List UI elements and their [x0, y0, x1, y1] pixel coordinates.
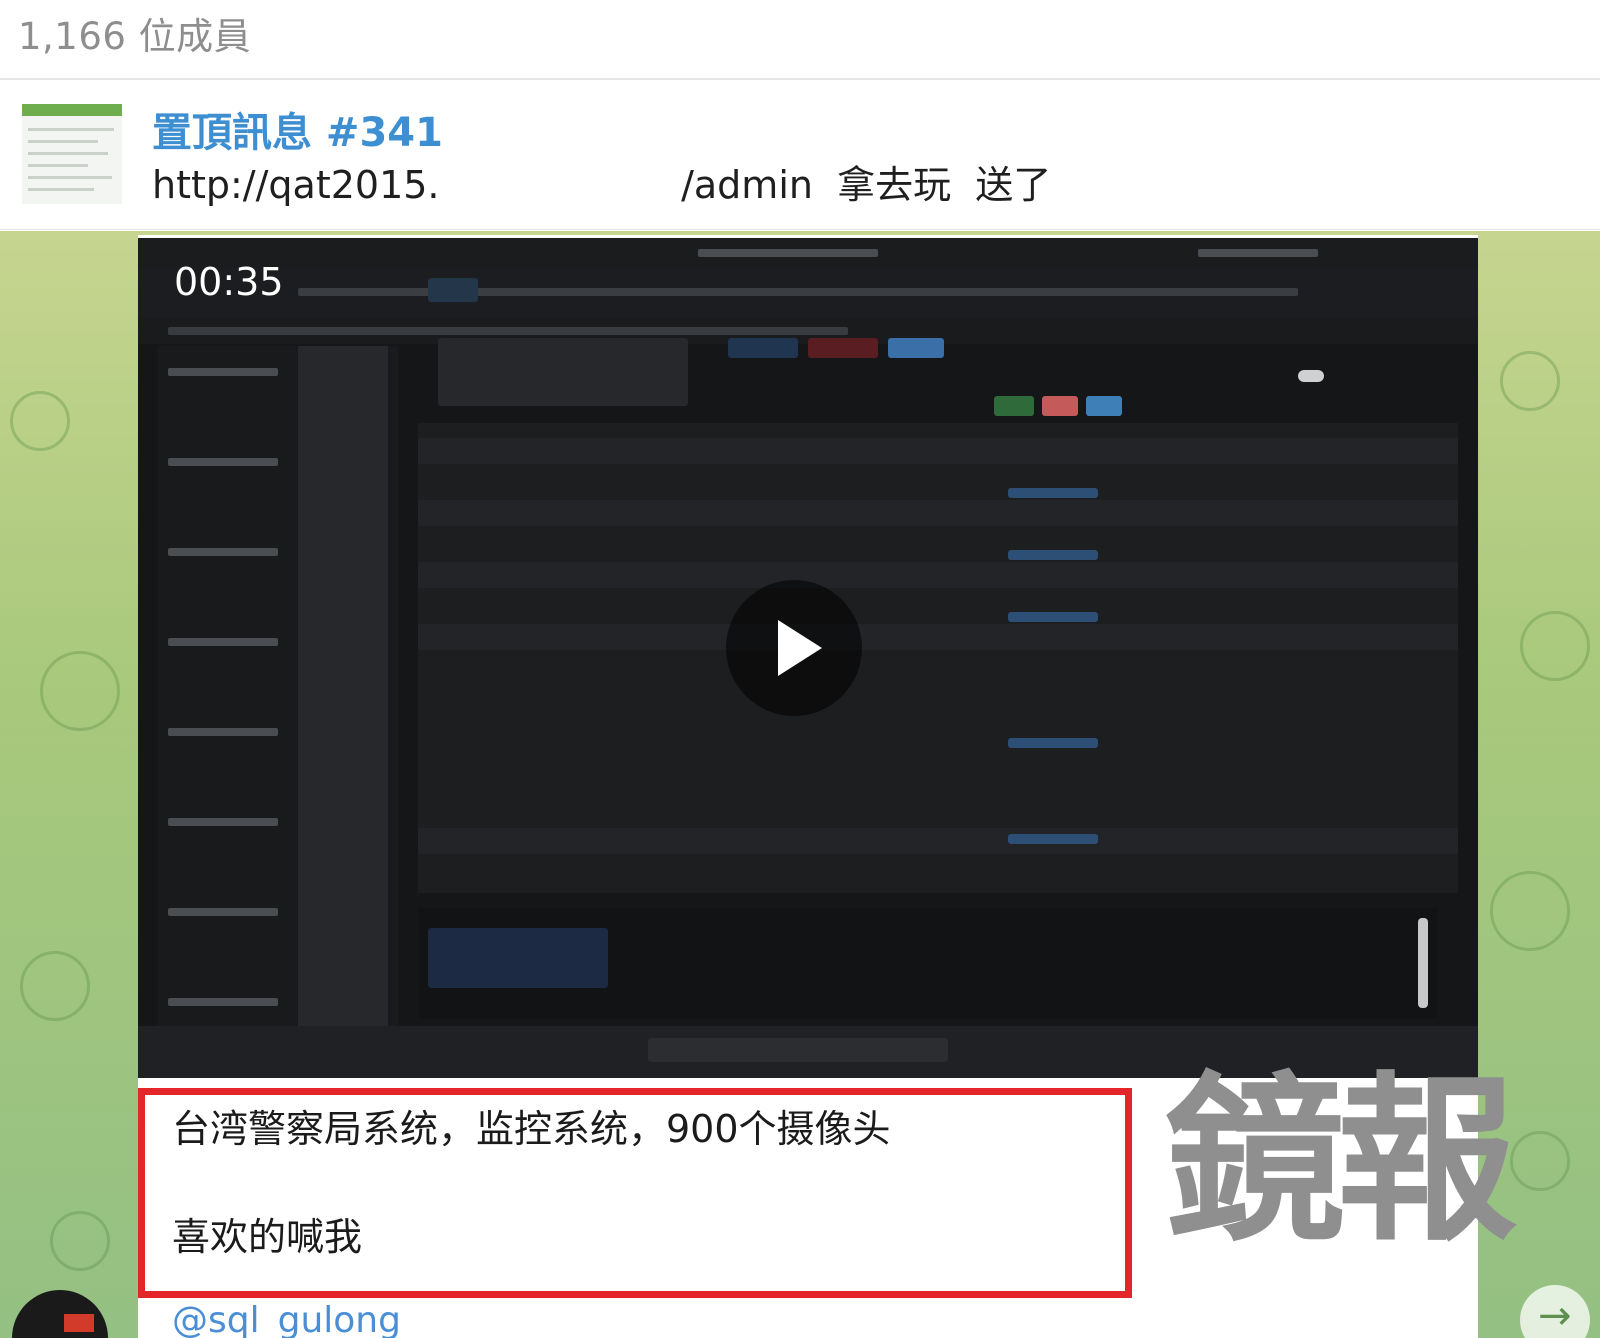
chat-header: 1,166 位成員	[0, 0, 1600, 80]
caption-line-1: 台湾警察局系统，监控系统，900个摄像头	[172, 1107, 891, 1151]
pinned-thumbnail	[22, 104, 122, 204]
sender-name[interactable]: @sql_gulong	[172, 1300, 401, 1338]
member-count: 1,166 位成員	[18, 15, 252, 58]
play-icon	[778, 620, 822, 676]
caption-line-2: 喜欢的喊我	[172, 1215, 363, 1259]
arrow-right-icon: →	[1538, 1293, 1572, 1338]
video-timestamp: 00:35	[174, 260, 284, 304]
pinned-message-bar[interactable]: 置頂訊息 #341 http://qat2015. /admin 拿去玩 送了	[0, 82, 1600, 230]
watermark-logo: 鏡報	[1165, 1057, 1517, 1266]
pinned-title: 置頂訊息 #341	[152, 110, 443, 156]
play-button[interactable]	[726, 580, 862, 716]
pinned-text: http://qat2015. /admin 拿去玩 送了	[152, 163, 1052, 207]
video-player[interactable]: 00:35	[138, 238, 1478, 1078]
